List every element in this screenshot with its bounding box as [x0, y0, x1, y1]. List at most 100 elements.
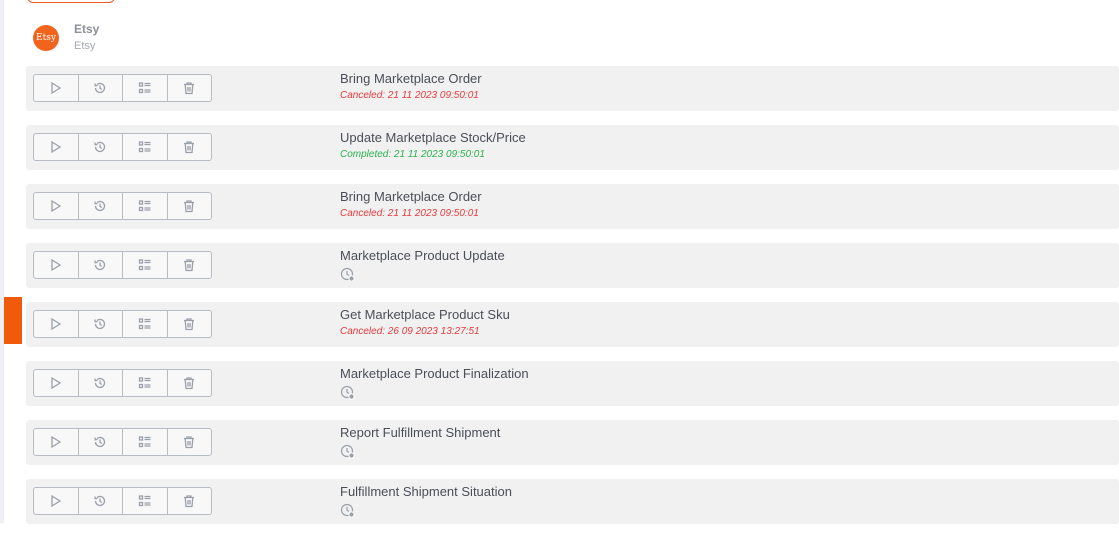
list-details-icon: [138, 199, 152, 213]
task-action-group: [33, 74, 212, 102]
details-button[interactable]: [123, 134, 168, 160]
history-button[interactable]: [79, 193, 123, 219]
task-title: Marketplace Product Finalization: [340, 366, 529, 381]
etsy-logo: Etsy: [33, 25, 59, 51]
run-button[interactable]: [34, 134, 79, 160]
history-icon: [93, 140, 107, 154]
list-details-icon: [138, 81, 152, 95]
marketplace-name: Etsy: [74, 21, 100, 36]
trash-icon: [182, 81, 196, 95]
history-icon: [93, 199, 107, 213]
pending-clock-icon: [340, 503, 512, 523]
delete-button[interactable]: [168, 429, 212, 455]
play-icon: [49, 317, 63, 331]
delete-button[interactable]: [168, 311, 212, 337]
history-button[interactable]: [79, 488, 123, 514]
details-button[interactable]: [123, 252, 168, 278]
history-button[interactable]: [79, 370, 123, 396]
play-icon: [49, 376, 63, 390]
task-action-group: [33, 310, 212, 338]
pending-clock-icon: [340, 385, 529, 405]
history-icon: [93, 81, 107, 95]
history-button[interactable]: [79, 311, 123, 337]
task-title: Report Fulfillment Shipment: [340, 425, 501, 440]
delete-button[interactable]: [168, 193, 212, 219]
details-button[interactable]: [123, 193, 168, 219]
pending-clock-icon: [340, 444, 500, 464]
task-row: Bring Marketplace Order Canceled: 21 11 2…: [26, 184, 1119, 229]
list-details-icon: [138, 494, 152, 508]
task-title: Update Marketplace Stock/Price: [340, 130, 526, 145]
delete-button[interactable]: [168, 488, 212, 514]
task-action-group: [33, 133, 212, 161]
details-button[interactable]: [123, 429, 168, 455]
task-action-group: [33, 251, 212, 279]
trash-icon: [182, 199, 196, 213]
delete-button[interactable]: [168, 252, 212, 278]
history-button[interactable]: [79, 75, 123, 101]
task-row: Get Marketplace Product Sku Canceled: 26 …: [26, 302, 1119, 347]
task-action-group: [33, 428, 212, 456]
play-icon: [49, 435, 63, 449]
delete-button[interactable]: [168, 134, 212, 160]
task-status: Canceled: 21 11 2023 09:50:01: [340, 208, 479, 219]
marketplace-header: Etsy Etsy Etsy: [33, 19, 99, 55]
task-title: Get Marketplace Product Sku: [340, 307, 510, 322]
list-details-icon: [138, 435, 152, 449]
history-button[interactable]: [79, 429, 123, 455]
details-button[interactable]: [123, 370, 168, 396]
task-status: Canceled: 26 09 2023 13:27:51: [340, 326, 480, 337]
play-icon: [49, 140, 63, 154]
top-button-partial[interactable]: [27, 0, 115, 3]
play-icon: [49, 81, 63, 95]
task-title: Bring Marketplace Order: [340, 189, 482, 204]
trash-icon: [182, 494, 196, 508]
run-button[interactable]: [34, 193, 79, 219]
details-button[interactable]: [123, 488, 168, 514]
details-button[interactable]: [123, 311, 168, 337]
task-row: Marketplace Product Update: [26, 243, 1119, 288]
history-button[interactable]: [79, 134, 123, 160]
task-status: Completed: 21 11 2023 09:50:01: [340, 149, 485, 160]
task-action-group: [33, 369, 212, 397]
trash-icon: [182, 317, 196, 331]
history-icon: [93, 258, 107, 272]
left-rail: [0, 0, 4, 523]
list-details-icon: [138, 140, 152, 154]
task-row: Fulfillment Shipment Situation: [26, 479, 1119, 524]
history-icon: [93, 435, 107, 449]
marketplace-subtitle: Etsy: [74, 39, 96, 52]
history-icon: [93, 494, 107, 508]
list-details-icon: [138, 317, 152, 331]
run-button[interactable]: [34, 75, 79, 101]
run-button[interactable]: [34, 488, 79, 514]
run-button[interactable]: [34, 370, 79, 396]
delete-button[interactable]: [168, 370, 212, 396]
details-button[interactable]: [123, 75, 168, 101]
play-icon: [49, 258, 63, 272]
task-title: Marketplace Product Update: [340, 248, 505, 263]
task-action-group: [33, 192, 212, 220]
run-button[interactable]: [34, 311, 79, 337]
list-details-icon: [138, 258, 152, 272]
trash-icon: [182, 435, 196, 449]
delete-button[interactable]: [168, 75, 212, 101]
task-action-group: [33, 487, 212, 515]
selected-row-marker: [4, 297, 22, 344]
play-icon: [49, 494, 63, 508]
pending-clock-icon: [340, 267, 505, 287]
task-row: Report Fulfillment Shipment: [26, 420, 1119, 465]
history-button[interactable]: [79, 252, 123, 278]
play-icon: [49, 199, 63, 213]
history-icon: [93, 376, 107, 390]
task-row: Marketplace Product Finalization: [26, 361, 1119, 406]
run-button[interactable]: [34, 252, 79, 278]
run-button[interactable]: [34, 429, 79, 455]
task-list: Bring Marketplace Order Canceled: 21 11 2…: [26, 66, 1119, 538]
trash-icon: [182, 140, 196, 154]
trash-icon: [182, 258, 196, 272]
history-icon: [93, 317, 107, 331]
task-title: Bring Marketplace Order: [340, 71, 482, 86]
task-title: Fulfillment Shipment Situation: [340, 484, 512, 499]
task-row: Update Marketplace Stock/Price Completed:…: [26, 125, 1119, 170]
